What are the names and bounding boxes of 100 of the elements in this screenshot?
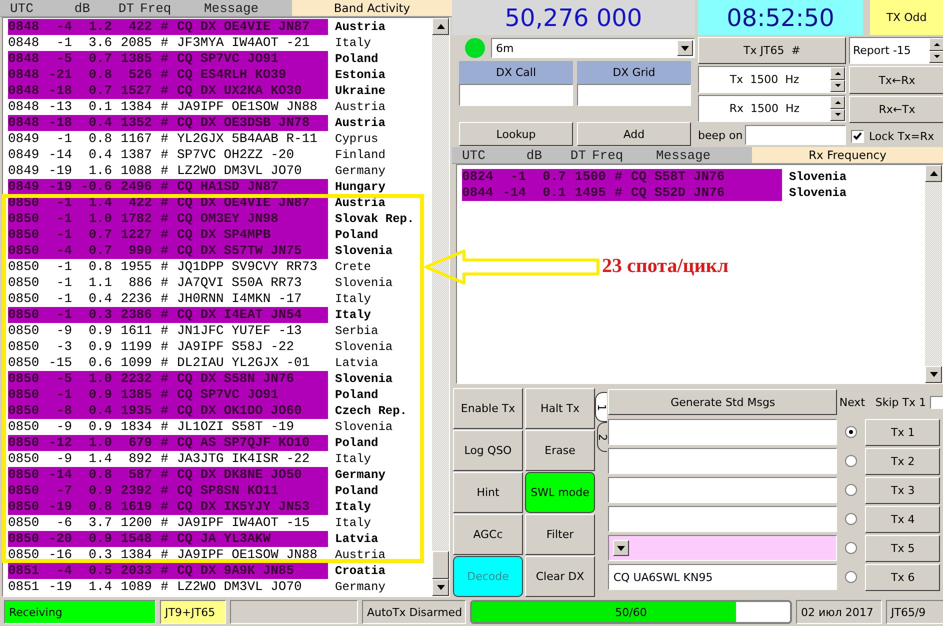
column-header[interactable]: Freq <box>586 147 634 163</box>
tab[interactable]: 1 <box>595 392 608 422</box>
down-arrow-icon[interactable] <box>930 372 938 377</box>
tx-button[interactable]: Tx 1 <box>865 418 940 446</box>
radio-button[interactable] <box>845 542 858 554</box>
dropdown-arrow-icon[interactable] <box>681 46 689 50</box>
table-cell-text: # <box>160 403 170 419</box>
table-cell-text: # <box>160 451 170 467</box>
up-arrow-icon[interactable] <box>934 42 940 46</box>
report-spin-box[interactable]: Report -15 <box>849 37 943 64</box>
scrollbar[interactable] <box>432 18 449 596</box>
dx-call-field[interactable] <box>459 84 573 106</box>
dropdown-arrow-icon[interactable] <box>617 546 626 550</box>
tx-from-rx-button[interactable]: Tx←Rx <box>849 66 943 94</box>
up-arrow-icon[interactable] <box>436 24 444 29</box>
radio-button[interactable] <box>845 571 858 583</box>
table-cell-text: -18 <box>48 115 72 131</box>
table-cell: Slovak Rep. <box>335 211 414 227</box>
table-cell: Crete <box>335 259 372 275</box>
table-cell: Italy <box>335 451 372 467</box>
rx-from-tx-button[interactable]: Rx←Tx <box>849 96 943 123</box>
message-field[interactable] <box>608 448 838 474</box>
band-select[interactable]: 6m <box>491 38 695 58</box>
column-header[interactable]: DT <box>90 0 134 16</box>
table-cell-text: 1384 <box>120 547 152 563</box>
control-button[interactable]: SWL mode <box>525 472 595 513</box>
up-arrow-icon[interactable] <box>930 171 938 176</box>
table-cell-text: -15 <box>48 355 72 371</box>
up-arrow-icon[interactable] <box>834 100 840 104</box>
beep-on-field[interactable] <box>744 125 846 145</box>
control-button[interactable]: Filter <box>525 514 595 555</box>
generate-button[interactable]: Generate Std Msgs <box>608 389 838 415</box>
table-cell-text: 0850 <box>8 467 40 483</box>
control-button[interactable]: Clear DX <box>525 556 595 597</box>
table-cell-text: 0.7 <box>88 51 112 67</box>
table-cell: Italy <box>335 499 372 515</box>
skip-checkbox[interactable] <box>930 396 943 408</box>
column-header[interactable]: UTC <box>452 147 506 163</box>
scrollbar[interactable] <box>925 165 942 383</box>
control-button[interactable]: AGCc <box>453 514 523 555</box>
table-cell-text: -1 <box>55 211 72 227</box>
table-cell-text: 0851 <box>8 563 40 579</box>
spin-box[interactable]: Rx 1500 Hz <box>698 95 846 122</box>
tx-button[interactable]: Tx 5 <box>865 534 940 562</box>
table-cell: Poland <box>335 227 378 243</box>
down-arrow-icon[interactable] <box>436 585 444 590</box>
tx-button[interactable]: Tx 6 <box>865 564 940 590</box>
control-button[interactable]: Enable Tx <box>453 388 523 429</box>
tx-button[interactable]: Tx 3 <box>865 476 940 504</box>
radio-button[interactable] <box>845 455 858 467</box>
table-cell-text: SP7VC OH2ZZ -20 <box>177 147 296 163</box>
column-header[interactable]: Freq <box>134 0 182 16</box>
dx-grid-field[interactable] <box>577 84 691 106</box>
column-header[interactable]: dB <box>506 147 542 163</box>
table-cell-text: 0.9 <box>88 531 112 547</box>
table-cell-text: # <box>160 307 170 323</box>
tx-mode-button[interactable]: Tx JT65 # <box>698 37 846 64</box>
column-header[interactable]: UTC <box>0 0 54 16</box>
tab[interactable]: 2 <box>597 422 608 452</box>
table-cell-text: 1089 <box>120 579 152 595</box>
table-cell-text: 1167 <box>120 131 152 147</box>
control-button[interactable]: Halt Tx <box>525 388 595 429</box>
down-arrow-icon[interactable] <box>934 55 940 58</box>
table-cell-text: # <box>160 435 170 451</box>
table-cell-text: -20 <box>48 531 72 547</box>
table-cell-text: 2392 <box>120 483 152 499</box>
column-header[interactable]: dB <box>54 0 90 16</box>
spin-box[interactable]: Tx 1500 Hz <box>698 66 846 93</box>
message-field[interactable] <box>608 419 838 445</box>
table-cell-text: CQ DX SP4MPB <box>177 227 272 243</box>
radio-button[interactable] <box>845 426 858 438</box>
table-cell-text: -1 <box>55 195 72 211</box>
up-arrow-icon[interactable] <box>834 72 840 75</box>
down-arrow-icon[interactable] <box>834 113 840 116</box>
tx-button[interactable]: Tx 4 <box>865 506 940 532</box>
clock-display: 08:52:50 <box>698 0 863 35</box>
table-cell-text: 1.0 <box>88 435 112 451</box>
scrollbar-thumb[interactable] <box>432 551 449 579</box>
table-cell-text: -5 <box>55 371 72 387</box>
table-cell-text: # <box>160 83 170 99</box>
control-button[interactable]: Hint <box>453 472 523 513</box>
table-cell-text: -19 <box>48 163 72 179</box>
table-cell-text: # <box>160 371 170 387</box>
message-select[interactable] <box>608 535 838 561</box>
radio-button[interactable] <box>845 484 858 496</box>
control-button[interactable]: Log QSO <box>453 430 523 471</box>
down-arrow-icon[interactable] <box>834 84 840 88</box>
lock-checkbox[interactable] <box>851 130 864 142</box>
message-field[interactable] <box>608 506 838 532</box>
message-field[interactable] <box>608 477 838 503</box>
control-button[interactable]: Erase <box>525 430 595 471</box>
add-button[interactable]: Add <box>577 122 691 146</box>
column-header[interactable]: Message <box>634 147 734 163</box>
message-field[interactable]: CQ UA6SWL KN95 <box>608 564 838 590</box>
table-cell: Austria <box>335 195 386 211</box>
column-header[interactable]: DT <box>542 147 586 163</box>
column-header[interactable]: Message <box>182 0 282 16</box>
lookup-button[interactable]: Lookup <box>459 122 573 146</box>
tx-button[interactable]: Tx 2 <box>865 448 940 474</box>
radio-button[interactable] <box>845 513 858 525</box>
